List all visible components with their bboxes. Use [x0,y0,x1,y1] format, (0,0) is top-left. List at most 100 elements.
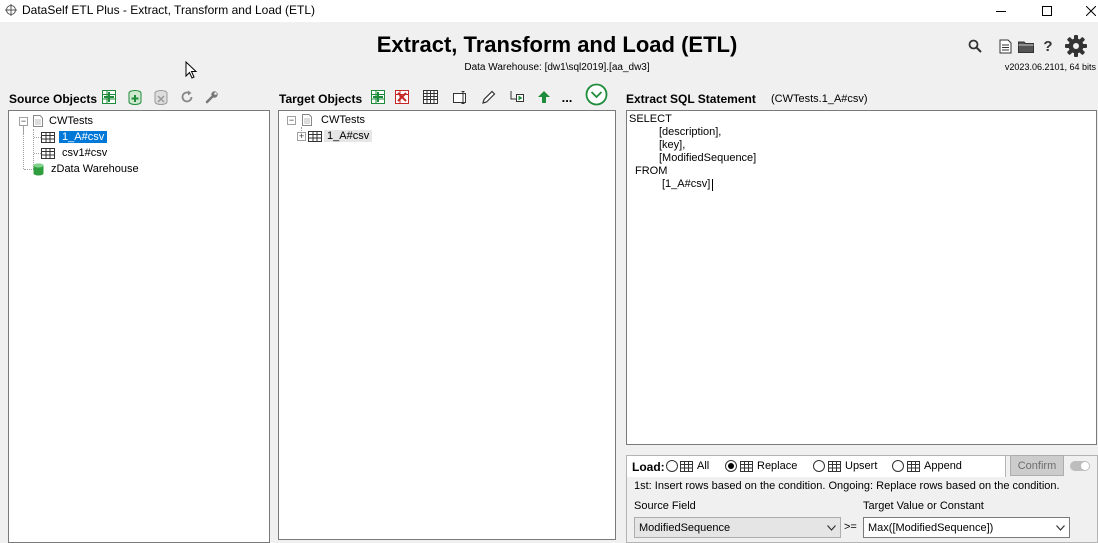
add-table-icon [371,90,385,104]
version-label: v2023.06.2101, 64 bits [1004,62,1096,72]
tree-item-label: csv1#csv [62,147,108,159]
toggle-knob [1081,462,1089,470]
source-tree[interactable]: − CWTests 1_A#csv csv1#csv zData Warehou… [8,110,270,543]
gear-icon [1065,35,1087,57]
tree-item-label: zData Warehouse [51,163,139,175]
tree-item-warehouse[interactable]: zData Warehouse [33,161,139,177]
load-option-upsert[interactable]: Upsert [813,460,877,472]
data-warehouse-label: Data Warehouse: [dw1\sql2019].[aa_dw3] [464,62,650,73]
refresh-icon [181,90,193,103]
upload-button[interactable] [535,88,553,106]
source-objects-label: Source Objects [9,92,98,106]
target-value-select[interactable]: Max([ModifiedSequence]) [863,517,1070,538]
database-icon [33,163,44,175]
remove-database-icon [154,89,168,105]
sql-line: [1_A#csv] [662,178,711,190]
document-icon [302,114,312,126]
tree-item-table[interactable]: + 1_A#csv [297,128,373,144]
load-option-label: Append [924,460,962,472]
load-option-all[interactable]: All [666,460,709,472]
document-icon [999,39,1011,53]
source-field-select[interactable]: ModifiedSequence [634,517,841,538]
rename-icon [452,90,466,104]
tree-item-label: 1_A#csv [324,130,373,142]
tree-item-table[interactable]: 1_A#csv [41,129,108,145]
search-icon [968,39,982,53]
tree-item-table[interactable]: csv1#csv [41,145,107,161]
tree-item-cwtests[interactable]: − CWTests [19,113,93,129]
load-option-append[interactable]: Append [892,460,962,472]
radio-button[interactable] [666,460,678,472]
radio-button[interactable] [813,460,825,472]
target-value: Max([ModifiedSequence]) [868,521,994,534]
pencil-icon [482,90,496,104]
sql-editor[interactable]: SELECT [description], [key], [ModifiedSe… [626,110,1097,445]
tree-item-label: CWTests [321,114,365,126]
page-title: Extract, Transform and Load (ETL) [376,32,738,57]
load-option-label: All [697,460,710,472]
minimize-button[interactable] [978,0,1024,22]
sql-line: SELECT [629,113,672,125]
sql-line: [ModifiedSequence] [659,152,757,164]
chevron-down-icon [827,524,836,531]
mouse-cursor-icon [185,61,198,79]
table-icon [680,460,693,472]
expand-toggle-button[interactable] [585,83,608,106]
target-value-label: Target Value or Constant [863,500,984,512]
expand-icon[interactable]: + [297,131,306,141]
table-icon [828,460,841,472]
delete-target-button[interactable] [393,88,411,106]
rename-button[interactable] [451,88,469,106]
sql-line: [description], [659,126,722,138]
settings-button[interactable] [1064,34,1088,58]
radio-button[interactable] [892,460,904,472]
document-button[interactable] [997,38,1013,54]
more-button[interactable]: ... [558,88,576,106]
folder-button[interactable] [1018,38,1034,54]
remove-source-button[interactable] [152,88,170,106]
load-options-tab: Load: All Replace Upsert Append [626,455,1006,477]
table-icon [308,130,322,142]
refresh-source-button[interactable] [178,88,196,106]
target-tree[interactable]: − CWTests + 1_A#csv [278,110,616,540]
chevron-down-circle-icon [585,83,608,106]
operator-label: >= [844,521,857,533]
close-icon [1086,6,1096,16]
collapse-icon[interactable]: − [19,116,28,126]
run-flow-icon [510,91,524,102]
minimize-icon [996,11,1006,12]
help-icon[interactable]: ? [1040,38,1056,55]
table-icon [41,131,55,143]
tree-item-label-selected: 1_A#csv [59,131,108,143]
sql-context-label: (CWTests.1_A#csv) [771,93,868,105]
load-option-replace[interactable]: Replace [725,460,797,472]
add-target-button[interactable] [369,88,387,106]
search-button[interactable] [967,38,983,54]
add-table-icon [102,90,116,104]
collapse-icon[interactable]: − [287,115,296,125]
close-button[interactable] [1068,0,1098,22]
add-database-button[interactable] [126,88,144,106]
text-cursor [712,179,713,191]
sql-line: [key], [659,139,686,151]
table-properties-button[interactable] [421,88,439,106]
load-option-label: Replace [757,460,798,472]
table-icon [907,460,920,472]
run-button[interactable] [508,88,526,106]
add-source-button[interactable] [100,88,118,106]
window-title: DataSelf ETL Plus - Extract, Transform a… [22,3,316,17]
configure-source-button[interactable] [203,88,221,106]
sql-line: FROM [635,165,668,177]
add-database-icon [128,89,142,105]
load-option-label: Upsert [845,460,878,472]
wrench-icon [205,91,218,104]
tree-item-label: CWTests [49,115,93,127]
toggle-switch[interactable] [1070,461,1090,471]
radio-button-selected[interactable] [725,460,737,472]
edit-button[interactable] [480,88,498,106]
source-field-value: ModifiedSequence [639,521,731,534]
title-bar: DataSelf ETL Plus - Extract, Transform a… [0,0,1098,22]
tree-item-cwtests[interactable]: − CWTests [287,112,365,128]
confirm-button[interactable]: Confirm [1010,455,1064,476]
maximize-button[interactable] [1024,0,1070,22]
